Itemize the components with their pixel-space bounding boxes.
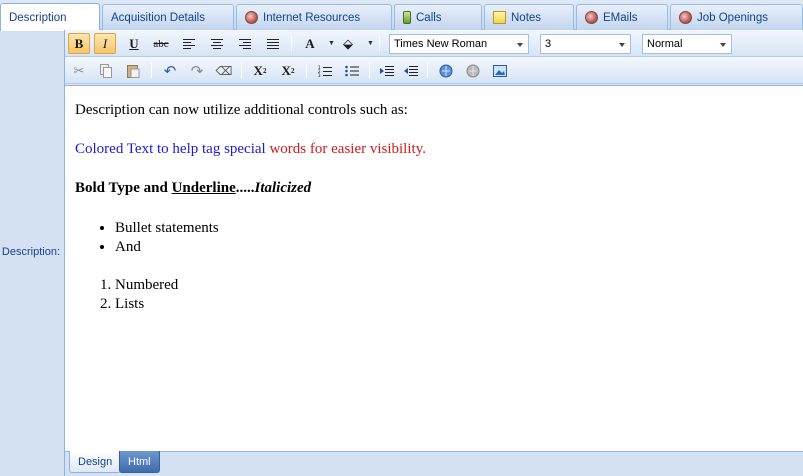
- globe-icon: [679, 11, 692, 24]
- subscript-mark: 2: [262, 66, 267, 75]
- font-color-button[interactable]: A: [299, 33, 321, 54]
- eraser-icon[interactable]: ⌫: [213, 60, 235, 81]
- list-item: Bullet statements: [115, 219, 794, 238]
- toolbar-separator: [151, 63, 152, 78]
- italic-button[interactable]: I: [94, 33, 116, 54]
- dots-text: .....: [235, 180, 255, 196]
- superscript-button[interactable]: X2: [277, 60, 299, 81]
- tab-label: EMails: [603, 11, 638, 24]
- numbered-list: Numbered Lists: [115, 276, 794, 314]
- remove-link-icon[interactable]: [462, 60, 484, 81]
- globe-icon: [585, 11, 598, 24]
- toolbar-separator: [306, 63, 307, 78]
- chevron-down-icon: [720, 43, 726, 47]
- blue-text: Colored Text to help tag special: [75, 141, 270, 157]
- paste-icon[interactable]: [122, 60, 144, 81]
- font-name-value: Times New Roman: [394, 38, 488, 50]
- align-center-icon[interactable]: [206, 33, 228, 54]
- bold-text: Bold Type and: [75, 180, 172, 196]
- align-left-icon[interactable]: [178, 33, 200, 54]
- toolbar-separator: [241, 63, 242, 78]
- list-item: Lists: [115, 295, 794, 314]
- align-right-icon[interactable]: [234, 33, 256, 54]
- copy-icon[interactable]: [95, 60, 117, 81]
- bullet-list: Bullet statements And: [115, 219, 794, 257]
- rich-text-editor: B I U abc A ▼ ⬙ ▼ Times New Roman 3 Norm…: [64, 30, 803, 476]
- formatting-line: Bold Type and Underline.....Italicized: [75, 180, 794, 197]
- globe-icon: [245, 11, 258, 24]
- toolbar-separator: [291, 36, 292, 51]
- subscript-label: X: [253, 62, 263, 78]
- tab-label: Notes: [511, 11, 542, 24]
- chevron-down-icon: [517, 43, 523, 47]
- underline-button[interactable]: U: [123, 33, 145, 54]
- tab-acquisition-details[interactable]: Acquisition Details: [102, 4, 234, 30]
- list-item: And: [115, 238, 794, 257]
- underline-text: Underline: [171, 180, 236, 196]
- content-line: Description can now utilize additional c…: [75, 102, 408, 118]
- toolbar-separator: [369, 63, 370, 78]
- tab-label: Calls: [416, 11, 442, 24]
- strikethrough-button[interactable]: abc: [150, 33, 172, 54]
- outdent-icon[interactable]: [400, 60, 422, 81]
- highlight-color-icon[interactable]: ⬙: [337, 33, 359, 54]
- tab-label: Job Openings: [697, 11, 768, 24]
- paragraph-style-select[interactable]: Normal: [642, 34, 732, 54]
- chevron-down-icon[interactable]: ▼: [367, 40, 374, 47]
- font-name-select[interactable]: Times New Roman: [389, 34, 529, 54]
- align-justify-icon[interactable]: [262, 33, 284, 54]
- tab-label: Internet Resources: [263, 11, 361, 24]
- italic-text: Italicized: [254, 180, 312, 196]
- editing-toolbar: ✂ ↶ ↷ ⌫ X2 X2 123: [65, 57, 803, 84]
- editor-content-area[interactable]: Description can now utilize additional c…: [65, 85, 803, 451]
- tab-emails[interactable]: EMails: [576, 4, 668, 30]
- svg-text:3: 3: [318, 73, 321, 77]
- editor-mode-bar: Design Html: [65, 451, 803, 476]
- redo-icon[interactable]: ↷: [186, 60, 208, 81]
- insert-link-icon[interactable]: [435, 60, 457, 81]
- cut-icon[interactable]: ✂: [68, 60, 90, 81]
- insert-image-icon[interactable]: [489, 60, 511, 81]
- html-mode-tab[interactable]: Html: [119, 451, 160, 473]
- paragraph-style-value: Normal: [647, 38, 683, 50]
- description-field-label: Description:: [1, 246, 60, 258]
- chevron-down-icon[interactable]: ▼: [328, 40, 335, 47]
- font-size-select[interactable]: 3: [540, 34, 631, 54]
- note-icon: [493, 11, 506, 24]
- subscript-button[interactable]: X2: [249, 60, 271, 81]
- colored-text-line: Colored Text to help tag special words f…: [75, 141, 794, 158]
- numbered-list-icon[interactable]: 123: [314, 60, 336, 81]
- bold-button[interactable]: B: [68, 33, 90, 54]
- phone-icon: [403, 11, 411, 24]
- design-mode-tab[interactable]: Design: [69, 451, 122, 473]
- list-item: Numbered: [115, 276, 794, 295]
- indent-icon[interactable]: [376, 60, 398, 81]
- toolbar-separator: [427, 63, 428, 78]
- tab-internet-resources[interactable]: Internet Resources: [236, 4, 392, 30]
- tab-description[interactable]: Description: [0, 3, 100, 31]
- tab-calls[interactable]: Calls: [394, 4, 482, 30]
- superscript-mark: 2: [290, 66, 295, 75]
- font-size-value: 3: [545, 38, 552, 50]
- undo-icon[interactable]: ↶: [159, 60, 181, 81]
- toolbar-separator: [379, 36, 380, 51]
- formatting-toolbar: B I U abc A ▼ ⬙ ▼ Times New Roman 3 Norm…: [65, 30, 803, 57]
- superscript-label: X: [281, 62, 291, 78]
- tab-job-openings[interactable]: Job Openings: [670, 4, 803, 30]
- tab-strip: Description Acquisition Details Internet…: [0, 0, 803, 31]
- chevron-down-icon: [619, 43, 625, 47]
- red-text: words for easier visibility.: [269, 141, 426, 157]
- tab-label: Description: [9, 11, 67, 24]
- bullet-list-icon[interactable]: [341, 60, 363, 81]
- tab-label: Acquisition Details: [111, 11, 205, 24]
- tab-notes[interactable]: Notes: [484, 4, 574, 30]
